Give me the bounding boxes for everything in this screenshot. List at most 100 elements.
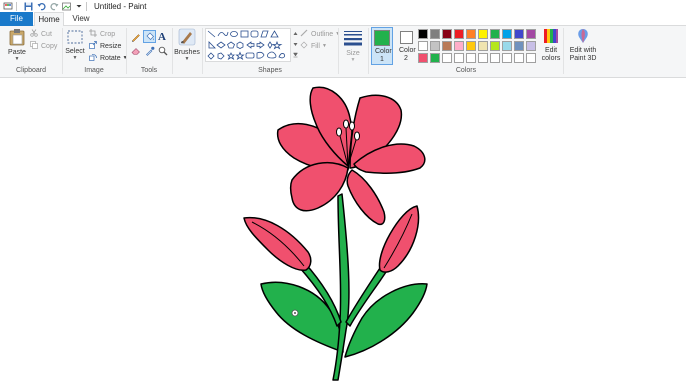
fill-icon (300, 41, 308, 51)
palette-color-swatch[interactable] (454, 29, 464, 39)
color2-label: Color 2 (399, 47, 416, 62)
palette-color-swatch[interactable] (490, 29, 500, 39)
color2-button[interactable]: Color 2 (395, 27, 417, 65)
edit-colors-button[interactable]: Edit colors (541, 28, 561, 63)
copy-button[interactable]: Copy (30, 41, 57, 51)
palette-color-swatch[interactable] (466, 41, 476, 51)
paint-app-icon (3, 1, 13, 11)
mouse-cursor-icon (291, 309, 299, 317)
paste-button[interactable]: Paste ▼ (5, 28, 29, 62)
resize-label: Resize (100, 42, 122, 50)
palette-color-swatch[interactable] (454, 41, 464, 51)
fill-label: Fill (311, 42, 320, 50)
palette-color-swatch[interactable] (442, 29, 452, 39)
palette-color-swatch[interactable] (478, 29, 488, 39)
size-label: Size (346, 50, 360, 57)
image-group-label: Image (84, 67, 104, 74)
palette-color-swatch[interactable] (502, 53, 512, 63)
outline-icon (300, 29, 308, 39)
customize-quick-access-icon[interactable] (75, 1, 83, 11)
group-divider (563, 28, 564, 74)
undo-icon[interactable] (36, 1, 46, 11)
palette-color-swatch[interactable] (526, 29, 536, 39)
chevron-down-icon: ▼ (321, 43, 327, 49)
palette-color-swatch[interactable] (430, 41, 440, 51)
palette-color-swatch[interactable] (418, 53, 428, 63)
palette-color-swatch[interactable] (454, 53, 464, 63)
palette-color-swatch[interactable] (466, 29, 476, 39)
select-button[interactable]: Select ▼ (64, 30, 86, 61)
palette-color-swatch[interactable] (502, 41, 512, 51)
palette-color-swatch[interactable] (502, 29, 512, 39)
outline-label: Outline (311, 30, 334, 38)
chevron-down-icon: ▼ (14, 56, 20, 62)
text-tool[interactable]: A (158, 31, 166, 43)
fill-button[interactable]: Fill ▼ (300, 41, 327, 51)
palette-color-swatch[interactable] (430, 29, 440, 39)
scroll-arrows-icon (293, 32, 298, 58)
titlebar-divider (86, 1, 87, 11)
brushes-button[interactable]: Brushes ▼ (174, 28, 200, 62)
outline-button[interactable]: Outline ▼ (300, 29, 340, 39)
fill-tool[interactable] (143, 30, 156, 43)
group-divider (368, 28, 369, 74)
shapes-group-label: Shapes (258, 67, 282, 74)
crop-button[interactable]: Crop (89, 29, 115, 39)
size-button[interactable]: Size ▼ (341, 30, 365, 63)
brush-icon (178, 28, 196, 48)
tab-file[interactable]: File (0, 12, 33, 26)
palette-color-swatch[interactable] (526, 41, 536, 51)
copy-label: Copy (41, 42, 58, 50)
color1-button[interactable]: Color 1 (371, 27, 393, 65)
eraser-icon (131, 48, 140, 55)
palette-color-swatch[interactable] (478, 41, 488, 51)
palette-color-swatch[interactable] (430, 53, 440, 63)
palette-color-swatch[interactable] (418, 29, 428, 39)
redo-icon[interactable] (49, 1, 59, 11)
palette-color-swatch[interactable] (418, 41, 428, 51)
palette-color-swatch[interactable] (442, 53, 452, 63)
color2-swatch (399, 31, 413, 44)
shapes-gallery[interactable] (205, 28, 291, 62)
color-picker-tool[interactable] (145, 46, 155, 56)
rotate-button[interactable]: Rotate ▼ (89, 53, 128, 63)
palette-color-swatch[interactable] (514, 29, 524, 39)
copy-icon (30, 41, 38, 51)
palette-color-swatch[interactable] (442, 41, 452, 51)
shapes-scroll[interactable] (293, 31, 298, 59)
palette-color-swatch[interactable] (466, 53, 476, 63)
lily-flower-drawing (243, 86, 428, 381)
edit-with-paint3d-label: Edit with Paint 3D (569, 47, 597, 62)
pencil-tool[interactable] (131, 32, 141, 42)
paint3d-icon (575, 28, 591, 46)
palette-color-swatch[interactable] (514, 53, 524, 63)
rotate-icon (89, 53, 97, 63)
drawing-canvas[interactable] (0, 78, 686, 386)
crop-label: Crop (100, 30, 116, 38)
tab-home[interactable]: Home (34, 12, 64, 27)
eraser-tool[interactable] (131, 46, 141, 56)
crop-icon (89, 29, 97, 39)
text-a-icon: A (158, 31, 166, 43)
select-label: Select (65, 48, 85, 55)
edit-with-paint3d-button[interactable]: Edit with Paint 3D (566, 28, 600, 63)
palette-color-swatch[interactable] (514, 41, 524, 51)
tools-group-label: Tools (140, 67, 158, 74)
fill-bucket-icon (146, 32, 154, 40)
scissors-icon (30, 29, 38, 39)
palette-color-swatch[interactable] (526, 53, 536, 63)
tab-view[interactable]: View (66, 12, 96, 26)
palette-color-swatch[interactable] (478, 53, 488, 63)
magnifier-tool[interactable] (158, 46, 168, 56)
colors-group-label: Colors (455, 67, 477, 74)
color1-label: Color 1 (375, 48, 392, 63)
image-icon[interactable] (62, 1, 72, 11)
palette-color-swatch[interactable] (490, 53, 500, 63)
palette-color-swatch[interactable] (490, 41, 500, 51)
title-bar: Untitled - Paint (0, 0, 686, 12)
save-icon[interactable] (23, 1, 33, 11)
pencil-icon (132, 34, 140, 42)
cut-button[interactable]: Cut (30, 29, 52, 39)
cut-label: Cut (41, 30, 52, 38)
resize-button[interactable]: Resize (89, 41, 121, 51)
